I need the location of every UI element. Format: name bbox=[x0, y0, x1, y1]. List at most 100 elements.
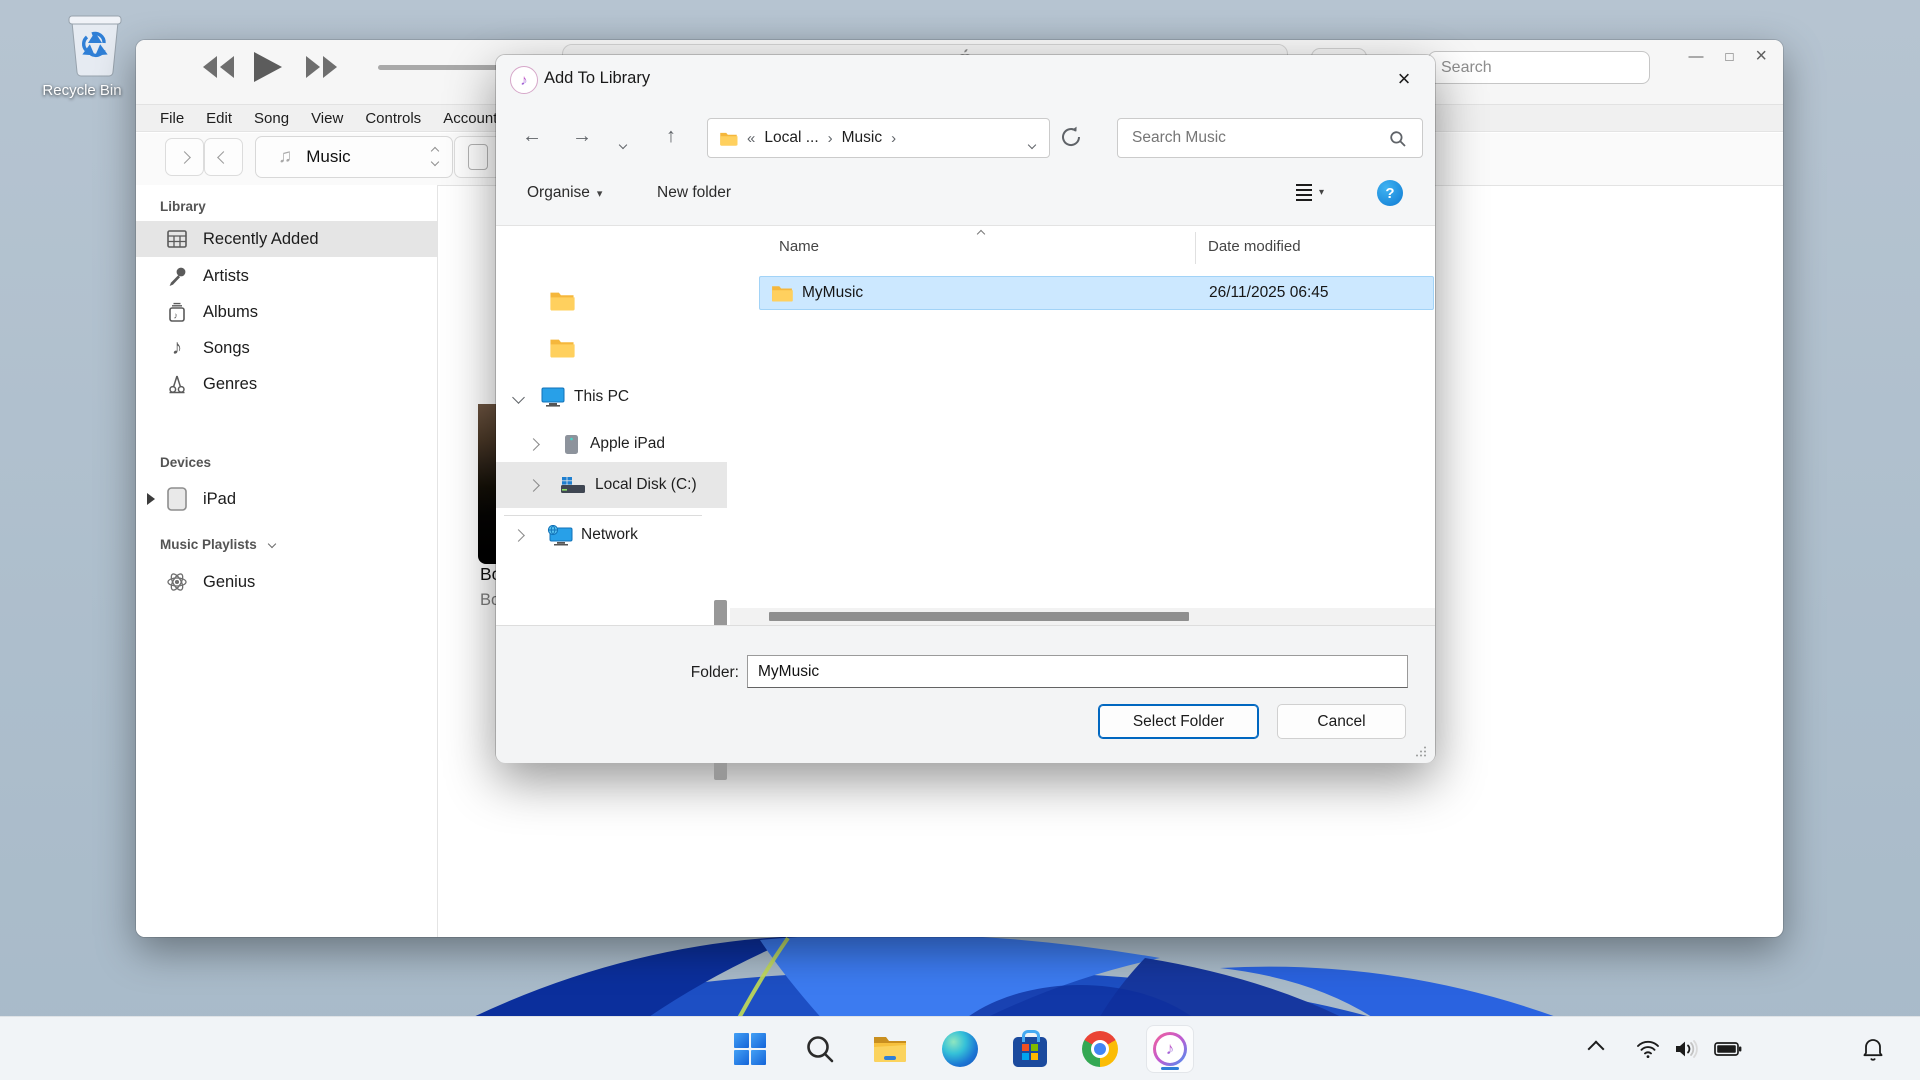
sidebar-item-artists[interactable]: Artists bbox=[136, 258, 437, 294]
taskbar-search-button[interactable] bbox=[797, 1026, 843, 1072]
dialog-footer: Folder: Select Folder Cancel bbox=[496, 625, 1435, 763]
resize-grip[interactable] bbox=[1415, 745, 1427, 757]
desktop: Recycle Bin — □ bbox=[0, 0, 1920, 1080]
devices-section-header: Devices bbox=[160, 455, 211, 470]
breadcrumb-segment[interactable]: Local ... bbox=[764, 129, 818, 147]
sidebar-item-recently-added[interactable]: Recently Added bbox=[136, 221, 437, 257]
store-icon bbox=[1013, 1037, 1047, 1067]
chevron-down-icon[interactable] bbox=[512, 391, 525, 404]
menu-controls[interactable]: Controls bbox=[365, 110, 421, 127]
edge-button[interactable] bbox=[937, 1026, 983, 1072]
column-divider[interactable] bbox=[1195, 232, 1196, 264]
chevron-separator: › bbox=[828, 130, 833, 147]
tree-folder-stub[interactable] bbox=[496, 331, 727, 363]
tray-expand-button[interactable] bbox=[1590, 1017, 1602, 1080]
organise-dropdown[interactable]: Organise ▾ bbox=[527, 184, 602, 202]
recycle-bin-shortcut[interactable]: Recycle Bin bbox=[24, 10, 140, 110]
help-button[interactable]: ? bbox=[1377, 180, 1403, 206]
sidebar-item-songs[interactable]: ♪ Songs bbox=[136, 330, 437, 366]
device-icon bbox=[564, 434, 579, 455]
menu-account[interactable]: Account bbox=[443, 110, 497, 127]
dialog-search-input[interactable] bbox=[1117, 118, 1423, 158]
tree-item-this-pc[interactable]: This PC bbox=[496, 381, 727, 413]
column-header-name[interactable]: Name bbox=[779, 238, 819, 255]
grid-view-icon bbox=[468, 144, 488, 170]
close-icon[interactable]: × bbox=[1755, 45, 1767, 68]
file-explorer-button[interactable] bbox=[867, 1026, 913, 1072]
up-icon[interactable]: ↑ bbox=[666, 125, 676, 148]
expand-arrow-icon[interactable] bbox=[147, 493, 155, 505]
library-section-header: Library bbox=[160, 199, 206, 214]
refresh-icon[interactable] bbox=[1058, 124, 1084, 150]
address-bar[interactable]: « Local ... › Music › bbox=[707, 118, 1050, 158]
album-artwork[interactable] bbox=[478, 404, 497, 564]
chevron-right-icon[interactable] bbox=[527, 479, 540, 492]
cancel-button[interactable]: Cancel bbox=[1277, 704, 1406, 739]
forward-icon[interactable]: → bbox=[572, 125, 592, 148]
volume-icon bbox=[1674, 1039, 1700, 1059]
microsoft-store-button[interactable] bbox=[1007, 1026, 1053, 1072]
playlists-section-header[interactable]: Music Playlists bbox=[160, 537, 275, 552]
folder-tree-pane: This PC Apple iPad Local Disk (C:) Netwo… bbox=[496, 226, 730, 625]
recent-locations-icon[interactable] bbox=[620, 131, 626, 154]
itunes-sidebar: Library Recently Added Artists ♪ Albums bbox=[136, 185, 438, 937]
svg-text:♪: ♪ bbox=[174, 311, 179, 321]
select-folder-button[interactable]: Select Folder bbox=[1098, 704, 1259, 739]
rewind-button[interactable] bbox=[196, 54, 242, 85]
sidebar-item-albums[interactable]: ♪ Albums bbox=[136, 294, 437, 330]
tree-item-apple-ipad[interactable]: Apple iPad bbox=[496, 428, 727, 460]
tree-folder-stub[interactable] bbox=[496, 284, 727, 316]
chrome-button[interactable] bbox=[1077, 1026, 1123, 1072]
menu-song[interactable]: Song bbox=[254, 110, 289, 127]
sidebar-item-ipad[interactable]: iPad bbox=[136, 481, 437, 517]
grid-icon bbox=[165, 227, 189, 251]
search-icon bbox=[1389, 130, 1407, 148]
taskbar: ♪ bbox=[0, 1016, 1920, 1080]
itunes-app-icon: ♪ bbox=[510, 66, 538, 94]
chevron-right-icon[interactable] bbox=[527, 438, 540, 451]
column-header-date-modified[interactable]: Date modified bbox=[1208, 238, 1301, 255]
horizontal-scrollbar[interactable] bbox=[730, 608, 1435, 625]
minimize-icon[interactable]: — bbox=[1688, 48, 1703, 65]
breadcrumb-segment[interactable]: Music bbox=[842, 129, 882, 147]
menu-view[interactable]: View bbox=[311, 110, 343, 127]
sort-ascending-icon bbox=[978, 224, 984, 242]
nav-back-button[interactable] bbox=[165, 138, 204, 176]
view-mode-button[interactable] bbox=[454, 136, 502, 178]
sidebar-item-genres[interactable]: Genres bbox=[136, 366, 437, 402]
itunes-button[interactable]: ♪ bbox=[1147, 1026, 1193, 1072]
album-icon: ♪ bbox=[165, 300, 189, 324]
view-options-button[interactable]: ▾ bbox=[1296, 184, 1324, 201]
close-icon[interactable]: × bbox=[1387, 63, 1421, 95]
start-button[interactable] bbox=[727, 1026, 773, 1072]
itunes-search-input[interactable] bbox=[1428, 51, 1650, 84]
nav-forward-button[interactable] bbox=[204, 138, 243, 176]
tree-item-network[interactable]: Network bbox=[496, 519, 727, 551]
sidebar-item-genius[interactable]: Genius bbox=[136, 564, 437, 600]
fast-forward-button[interactable] bbox=[298, 54, 344, 85]
ipad-icon bbox=[165, 487, 189, 511]
maximize-icon[interactable]: □ bbox=[1725, 49, 1733, 64]
horizontal-scrollbar-thumb[interactable] bbox=[769, 612, 1189, 621]
menu-file[interactable]: File bbox=[160, 110, 184, 127]
menu-edit[interactable]: Edit bbox=[206, 110, 232, 127]
file-name: MyMusic bbox=[802, 284, 863, 302]
new-folder-button[interactable]: New folder bbox=[657, 184, 731, 202]
system-tray[interactable] bbox=[1636, 1017, 1742, 1080]
tree-separator bbox=[504, 515, 702, 516]
file-date-modified: 26/11/2025 06:45 bbox=[1209, 284, 1329, 302]
file-row-mymusic[interactable]: MyMusic 26/11/2025 06:45 bbox=[759, 276, 1434, 310]
folder-name-input[interactable] bbox=[747, 655, 1408, 688]
chevron-right-icon[interactable] bbox=[512, 529, 525, 542]
address-dropdown-icon[interactable] bbox=[1029, 135, 1035, 153]
notification-bell-button[interactable] bbox=[1862, 1017, 1884, 1080]
back-icon[interactable]: ← bbox=[522, 125, 542, 148]
tree-item-local-disk[interactable]: Local Disk (C:) bbox=[496, 462, 727, 508]
atom-icon bbox=[165, 570, 189, 594]
chevron-separator: › bbox=[891, 130, 896, 147]
media-picker-dropdown[interactable]: ♫ Music bbox=[255, 136, 453, 178]
itunes-icon: ♪ bbox=[1153, 1032, 1187, 1066]
volume-slider[interactable] bbox=[378, 65, 502, 70]
disk-icon bbox=[560, 476, 586, 494]
play-button[interactable] bbox=[252, 50, 284, 89]
